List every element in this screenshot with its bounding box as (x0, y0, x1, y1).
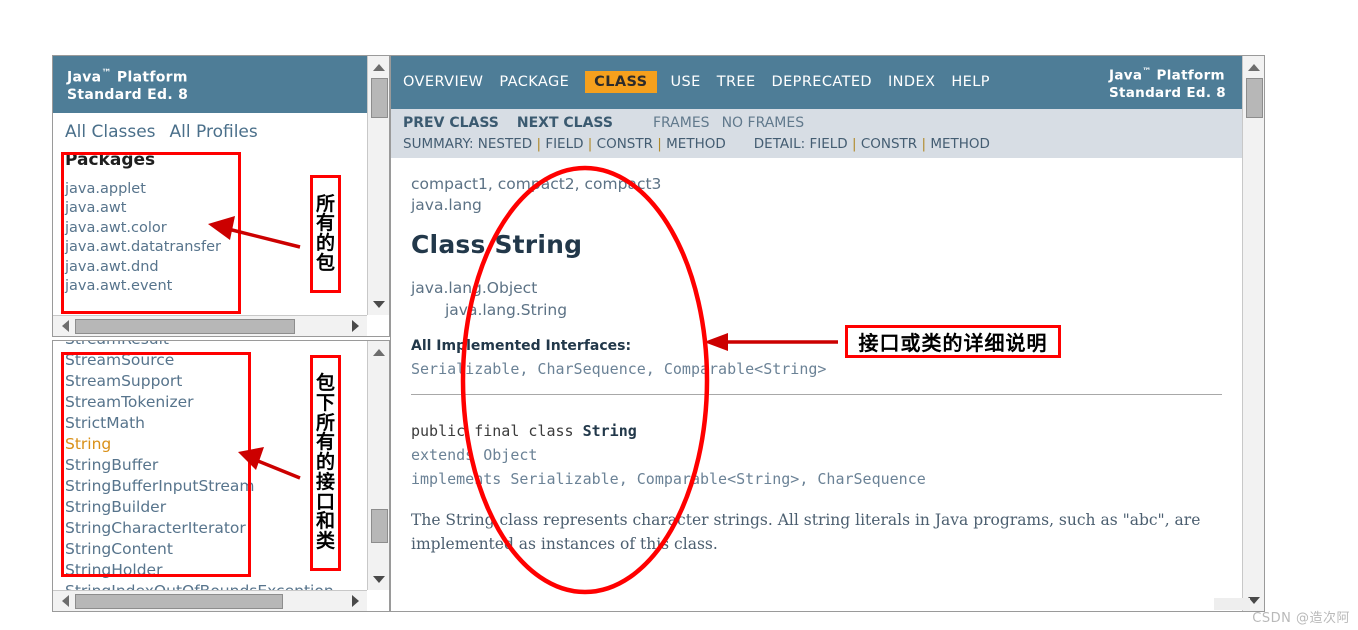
scroll-left-icon[interactable] (55, 591, 75, 611)
package-frame-header: Java™ Platform Standard Ed. 8 (53, 56, 367, 113)
package-header-title-2: Standard Ed. 8 (67, 86, 189, 103)
anno-char: 类 (315, 530, 335, 553)
prev-class-link[interactable]: PREV CLASS (403, 115, 499, 131)
profiles-line: compact1, compact2, compact3 (411, 175, 662, 193)
brand-line-1: Java (1109, 67, 1143, 84)
decl-class-name: String (582, 422, 637, 440)
decl-line-1: public final class String (411, 419, 1242, 443)
nav-package[interactable]: PACKAGE (499, 74, 569, 90)
summary-constr[interactable]: CONSTR (597, 136, 653, 152)
package-vertical-scrollbar[interactable] (367, 56, 389, 315)
nav-tree[interactable]: TREE (717, 74, 756, 90)
page-title: Class String (411, 230, 583, 259)
scroll-thumb[interactable] (371, 78, 388, 118)
brand-line-2: Standard Ed. 8 (1109, 84, 1226, 101)
nav-deprecated[interactable]: DEPRECATED (772, 74, 872, 90)
summary-field[interactable]: FIELD (545, 136, 583, 152)
scroll-thumb[interactable] (75, 319, 295, 334)
package-frame-links: All Classes All Profiles (53, 113, 367, 146)
scroll-right-icon[interactable] (345, 316, 365, 336)
tree-parent[interactable]: java.lang.Object (411, 277, 1242, 299)
doc-nav-items: OVERVIEW PACKAGE CLASS USE TREE DEPRECATED IND… (403, 71, 1006, 93)
anno-char: 包 (315, 251, 335, 274)
watermark-patch (1214, 598, 1250, 610)
tree-child: java.lang.String (445, 301, 568, 319)
decl-keywords: public final class (411, 422, 583, 440)
detail-label: DETAIL: (753, 136, 806, 152)
doc-prevnext-row: PREV CLASS NEXT CLASS FRAMES NO FRAMES (403, 115, 1242, 131)
screenshot-stage: Java™ Platform Standard Ed. 8 All Classe… (0, 0, 1358, 630)
implemented-interfaces-list[interactable]: Serializable, CharSequence, Comparable<S… (411, 360, 1242, 378)
annotation-label-all-types: 包 下 所 有 的 接 口 和 类 (310, 355, 341, 571)
documentation-content: OVERVIEW PACKAGE CLASS USE TREE DEPRECATED IND… (391, 56, 1242, 611)
annotation-label-class-detail: 接口或类的详细说明 (845, 325, 1061, 358)
package-header-title-1-rest: Platform (111, 69, 188, 86)
anno-char: 包 (315, 372, 335, 395)
scroll-thumb[interactable] (75, 594, 283, 609)
inheritance-tree: java.lang.Object java.lang.String (411, 277, 1242, 321)
class-horizontal-scrollbar[interactable] (53, 590, 367, 611)
no-frames-link[interactable]: NO FRAMES (722, 115, 805, 131)
doc-vertical-scrollbar[interactable] (1242, 56, 1264, 611)
package-horizontal-scrollbar[interactable] (53, 315, 367, 336)
detail-field[interactable]: FIELD (809, 136, 847, 152)
package-name-line: java.lang (411, 196, 482, 214)
class-item-clipped-top[interactable]: StreamResult (65, 341, 367, 350)
brand-line-1-rest: Platform (1151, 67, 1225, 84)
package-header-title-1: Java (67, 69, 102, 86)
documentation-frame: OVERVIEW PACKAGE CLASS USE TREE DEPRECATED IND… (390, 55, 1265, 612)
detail-method[interactable]: METHOD (930, 136, 990, 152)
scroll-up-icon[interactable] (368, 343, 390, 361)
class-description: The String class represents character st… (411, 511, 1201, 553)
detail-constr[interactable]: CONSTR (861, 136, 917, 152)
section-divider (411, 394, 1222, 395)
scroll-down-icon[interactable] (368, 570, 390, 588)
anno-char: 的 (315, 232, 335, 254)
scroll-up-icon[interactable] (1243, 58, 1265, 76)
decl-line-3: implements Serializable, Comparable<Stri… (411, 470, 926, 488)
doc-main-body: compact1, compact2, compact3 java.lang C… (391, 158, 1242, 556)
scroll-thumb[interactable] (1246, 78, 1263, 118)
scroll-thumb[interactable] (371, 509, 388, 543)
anno-char: 的 (315, 451, 335, 474)
class-vertical-scrollbar[interactable] (367, 341, 389, 590)
link-all-classes[interactable]: All Classes (65, 122, 156, 142)
link-all-profiles[interactable]: All Profiles (170, 122, 258, 142)
decl-line-2: extends Object (411, 446, 538, 464)
summary-label: SUMMARY: (403, 136, 474, 152)
frames-link[interactable]: FRAMES (653, 115, 710, 131)
annotation-label-all-packages: 所 有 的 包 (310, 175, 341, 293)
scroll-down-icon[interactable] (368, 295, 390, 313)
class-item-clipped-bottom[interactable]: StringIndexOutOfBoundsException (65, 581, 367, 590)
summary-method[interactable]: METHOD (666, 136, 726, 152)
trademark-icon: ™ (101, 68, 112, 79)
nav-help[interactable]: HELP (951, 74, 990, 90)
scroll-up-icon[interactable] (368, 58, 390, 76)
doc-sub-navbar: PREV CLASS NEXT CLASS FRAMES NO FRAMES SUMM… (391, 109, 1242, 158)
nav-overview[interactable]: OVERVIEW (403, 74, 483, 90)
nav-use[interactable]: USE (671, 74, 701, 90)
watermark: CSDN @造次阿 (1252, 611, 1350, 626)
trademark-icon: ™ (1142, 67, 1152, 77)
doc-brand-title: Java™ Platform Standard Ed. 8 (1109, 64, 1226, 102)
nav-index[interactable]: INDEX (888, 74, 935, 90)
doc-summary-detail-row: SUMMARY: NESTED | FIELD | CONSTR | METHO… (403, 136, 990, 152)
doc-top-navbar: OVERVIEW PACKAGE CLASS USE TREE DEPRECATED IND… (391, 56, 1242, 109)
next-class-link[interactable]: NEXT CLASS (517, 115, 613, 131)
scroll-right-icon[interactable] (345, 591, 365, 611)
anno-char: 下 (315, 391, 335, 414)
summary-nested[interactable]: NESTED (478, 136, 532, 152)
class-declaration: public final class String extends Object… (411, 419, 1242, 491)
implemented-interfaces-heading: All Implemented Interfaces: (411, 338, 632, 354)
anno-char: 接 (315, 470, 335, 493)
scroll-left-icon[interactable] (55, 316, 75, 336)
nav-class-active[interactable]: CLASS (585, 71, 657, 93)
